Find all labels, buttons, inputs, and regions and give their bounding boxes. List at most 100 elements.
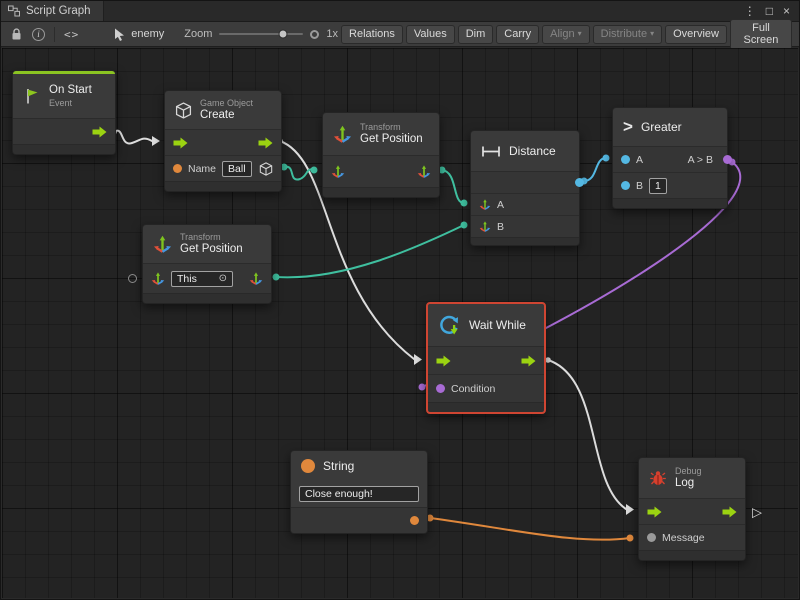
carry-button[interactable]: Carry <box>496 25 539 44</box>
name-input-row: Name Ball <box>165 155 281 181</box>
node-debug-log[interactable]: Debug Log ▷ Message <box>638 457 746 561</box>
message-input-port[interactable] <box>647 533 656 542</box>
b-value-field[interactable]: 1 <box>649 178 667 194</box>
flow-in-port[interactable] <box>173 137 188 149</box>
wire-onstart-to-create[interactable] <box>114 131 152 144</box>
wire-distance-to-greater-a[interactable] <box>584 158 606 181</box>
input-b-row: B 1 <box>613 172 727 198</box>
flow-out-port[interactable] <box>521 355 536 367</box>
menu-icon[interactable]: ⋮ <box>744 5 756 17</box>
close-icon[interactable]: × <box>783 5 790 17</box>
wire-string-to-message[interactable] <box>430 518 630 540</box>
wait-while-icon <box>438 314 461 337</box>
node-string-literal[interactable]: String Close enough! <box>290 450 428 534</box>
wire-getposition-to-distance-a[interactable] <box>442 170 464 203</box>
transform-input-port[interactable] <box>331 165 345 178</box>
flow-in-port[interactable] <box>436 355 451 367</box>
string-output-port[interactable] <box>410 516 419 525</box>
zoom-reset-icon[interactable] <box>310 30 319 39</box>
zoom-slider[interactable] <box>219 33 303 35</box>
vector-b-port[interactable] <box>479 221 491 232</box>
node-title: Wait While <box>469 318 526 332</box>
input-b-port[interactable] <box>621 181 630 190</box>
graph-canvas[interactable]: On Start Event Game Object Create <box>2 48 798 598</box>
overview-button[interactable]: Overview <box>665 25 727 44</box>
name-value-field[interactable]: Ball <box>222 161 252 177</box>
node-title: Get Position <box>180 243 243 257</box>
flow-out-port[interactable] <box>258 137 273 149</box>
flow-out-port[interactable] <box>722 506 737 518</box>
node-title: String <box>323 459 354 473</box>
node-footer <box>143 293 271 303</box>
chevron-down-icon: ▾ <box>650 29 654 38</box>
flow-out-port[interactable] <box>92 126 107 138</box>
dim-button[interactable]: Dim <box>458 25 494 44</box>
info-icon[interactable]: i <box>27 22 50 46</box>
gameobject-output-port[interactable] <box>259 162 273 176</box>
node-footer <box>165 181 281 191</box>
node-subtitle: Debug <box>675 466 702 477</box>
result-output-port[interactable] <box>723 155 732 164</box>
bug-icon <box>649 470 667 486</box>
flow-in-port[interactable] <box>647 506 662 518</box>
target-value: This <box>177 273 197 285</box>
node-header: String <box>291 451 427 481</box>
name-label: Name <box>188 163 216 175</box>
object-picker-icon[interactable]: ⊙ <box>219 273 227 284</box>
condition-label: Condition <box>451 383 495 395</box>
vector-a-port[interactable] <box>479 199 491 210</box>
maximize-icon[interactable]: □ <box>766 5 773 17</box>
distance-output-port[interactable] <box>575 178 584 187</box>
zoom-label: Zoom <box>184 28 212 40</box>
lock-icon[interactable] <box>6 22 27 46</box>
string-value-field[interactable]: Close enough! <box>299 486 419 502</box>
node-wait-while[interactable]: Wait While Condition <box>426 302 546 414</box>
align-button[interactable]: Align ▾ <box>542 25 589 44</box>
values-button[interactable]: Values <box>406 25 455 44</box>
name-input-port[interactable] <box>173 164 182 173</box>
edit-code-icon[interactable]: <> <box>59 22 84 46</box>
condition-row: Condition <box>428 374 544 402</box>
position-output-port[interactable] <box>249 272 263 285</box>
node-header: Debug Log <box>639 458 745 498</box>
node-header: > Greater <box>613 108 727 146</box>
transform-input-port[interactable] <box>151 272 165 285</box>
condition-input-port[interactable] <box>436 384 445 393</box>
distribute-button-label: Distribute <box>601 28 647 40</box>
tab-script-graph[interactable]: Script Graph <box>1 1 104 21</box>
external-target-port[interactable] <box>128 274 137 283</box>
flow-ports-row <box>165 129 281 155</box>
node-get-position-2[interactable]: Transform Get Position This ⊙ <box>142 224 272 304</box>
node-header: Game Object Create <box>165 91 281 129</box>
distribute-button[interactable]: Distribute ▾ <box>593 25 662 44</box>
node-header: Transform Get Position <box>323 113 439 155</box>
relations-button[interactable]: Relations <box>341 25 403 44</box>
target-field[interactable]: This ⊙ <box>171 271 233 287</box>
wire-getposition2-to-distance-b[interactable] <box>276 225 464 277</box>
wire-waitwhile-to-log[interactable] <box>548 360 626 509</box>
node-distance[interactable]: Distance A B <box>470 130 580 246</box>
node-get-position-1[interactable]: Transform Get Position <box>322 112 440 198</box>
node-greater[interactable]: > Greater A A > B B 1 <box>612 107 728 209</box>
string-value-row: Close enough! <box>291 481 427 507</box>
graph-owner[interactable]: enemy <box>114 28 164 41</box>
position-output-port[interactable] <box>417 165 431 178</box>
toolbar-buttons: Relations Values Dim Carry Align ▾ Distr… <box>338 19 794 50</box>
zoom-slider-knob[interactable] <box>279 30 288 39</box>
node-header: On Start Event <box>13 74 115 118</box>
node-on-start-event[interactable]: On Start Event <box>12 70 116 155</box>
node-title: Greater <box>641 120 682 134</box>
message-label: Message <box>662 532 705 544</box>
greater-icon: > <box>623 117 633 137</box>
zoom-value: 1x <box>326 28 338 40</box>
graph-owner-name: enemy <box>131 28 164 40</box>
node-header: Transform Get Position <box>143 225 271 263</box>
input-a-row: A A > B <box>613 146 727 172</box>
node-create-gameobject[interactable]: Game Object Create Name Ball <box>164 90 282 192</box>
output-row <box>471 171 579 193</box>
node-footer <box>639 550 745 560</box>
zoom-control: Zoom 1x <box>184 28 338 40</box>
graph-toolbar: i <> enemy Zoom 1x Relations Values Dim … <box>1 22 799 47</box>
full-screen-button[interactable]: Full Screen <box>730 19 792 50</box>
input-a-port[interactable] <box>621 155 630 164</box>
